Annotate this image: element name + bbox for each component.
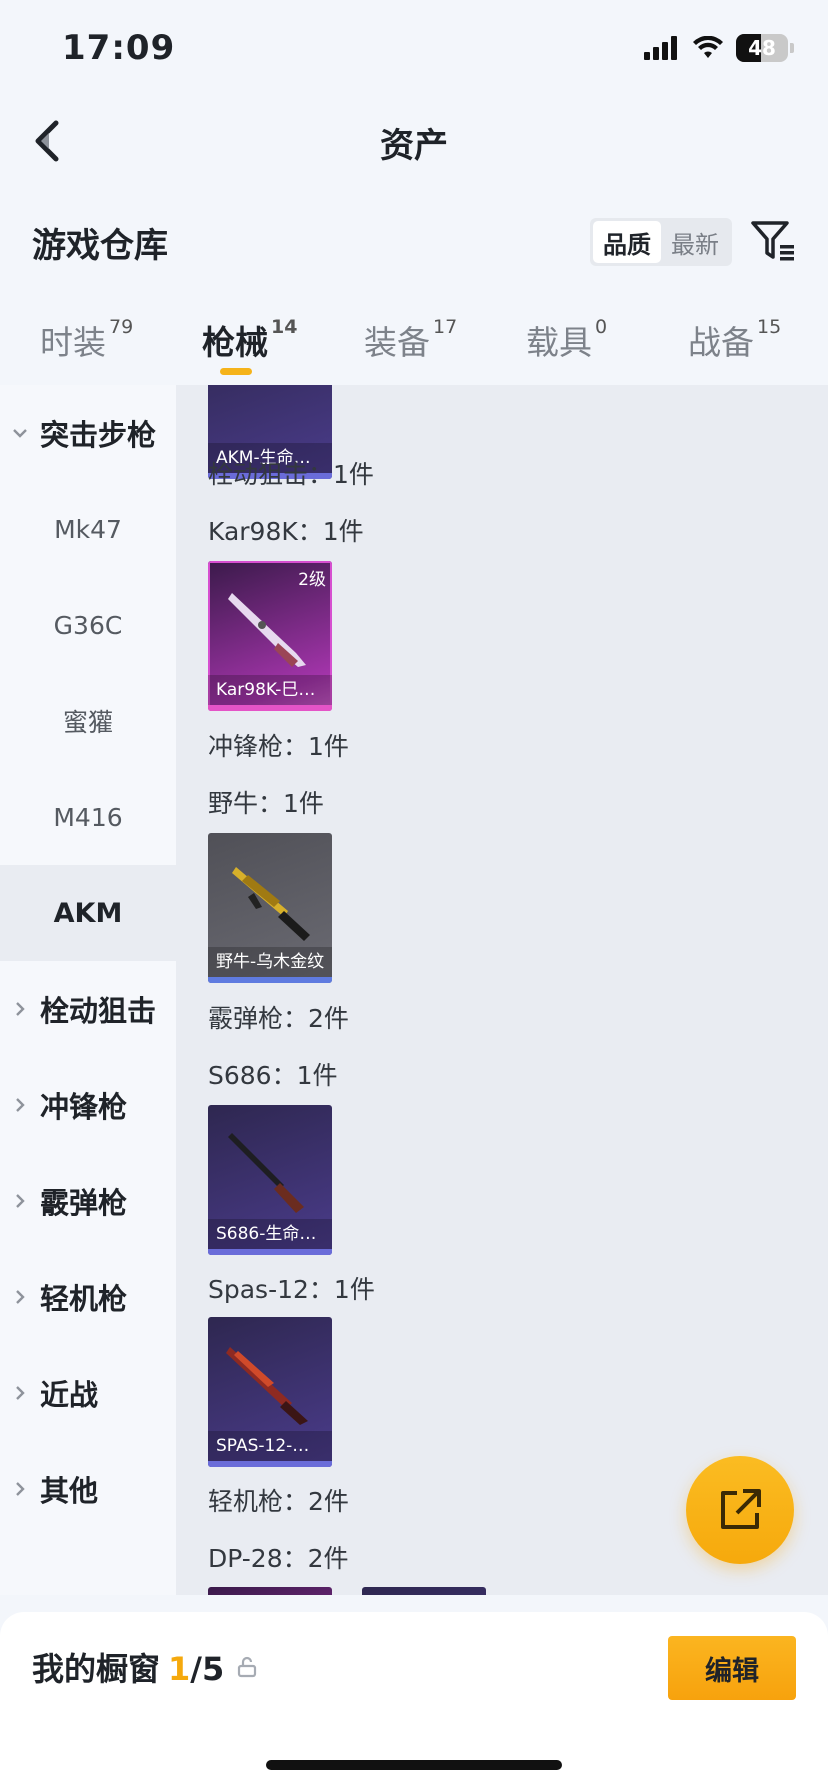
- showcase-title: 我的橱窗: [32, 1650, 161, 1688]
- filter-icon: [751, 221, 794, 261]
- item-card-s686[interactable]: S686-生命…: [208, 1105, 332, 1255]
- share-external-icon: [721, 1489, 761, 1529]
- sidebar-item-label: 近战: [40, 1378, 99, 1412]
- tab-count: 79: [109, 316, 134, 338]
- chevron-right-icon: [0, 1289, 40, 1305]
- sidebar-item-other[interactable]: 其他: [0, 1441, 176, 1537]
- warehouse-title: 游戏仓库: [32, 226, 168, 266]
- sort-newest-button[interactable]: 最新: [661, 221, 729, 263]
- chevron-right-icon: [0, 1481, 40, 1497]
- rifle-icon: [228, 593, 306, 667]
- tab-count: 15: [757, 316, 782, 338]
- category-tabs: 时装 79 枪械 14 装备 17 载具 0 战备 15: [0, 306, 828, 386]
- shotgun-icon: [226, 1347, 308, 1425]
- tab-vehicles[interactable]: 载具 0: [526, 316, 607, 364]
- tab-label: 时装: [40, 323, 106, 362]
- sidebar: 突击步枪 Mk47 G36C 蜜獾 M416 AKM 栓动狙击 冲锋枪 霰弹枪 …: [0, 385, 176, 1595]
- showcase-total: /5: [190, 1650, 225, 1688]
- page-title: 资产: [380, 126, 448, 166]
- sidebar-item-label: 冲锋枪: [40, 1090, 128, 1124]
- tab-count: 0: [595, 316, 608, 338]
- item-card-name: SPAS-12-…: [208, 1431, 332, 1461]
- item-list: AKM-生命… 栓动狙击：1件 Kar98K：1件 2级 Kar98K-巳… 冲…: [176, 385, 828, 1595]
- item-card-dp28[interactable]: [208, 1587, 332, 1595]
- share-button[interactable]: [686, 1456, 794, 1564]
- status-time: 17:09: [62, 28, 176, 68]
- sidebar-item-bolt-sniper[interactable]: 栓动狙击: [0, 961, 176, 1057]
- sidebar-item-label: 轻机枪: [40, 1282, 128, 1316]
- sort-quality-button[interactable]: 品质: [593, 221, 661, 263]
- sidebar-item-m416[interactable]: M416: [0, 769, 176, 865]
- showcase-current: 1: [168, 1650, 191, 1688]
- tab-label: 装备: [364, 323, 430, 362]
- showcase-label: 我的橱窗 1 /5: [32, 1644, 224, 1690]
- item-card-bizon[interactable]: 野牛-乌木金纹: [208, 833, 332, 983]
- shotgun-icon: [228, 1133, 304, 1213]
- sidebar-item-g36c[interactable]: G36C: [0, 577, 176, 673]
- sidebar-item-melee[interactable]: 近战: [0, 1345, 176, 1441]
- sidebar-item-label: 其他: [40, 1474, 99, 1508]
- group-label: 霰弹枪：2件: [208, 1004, 349, 1033]
- item-card-dp28[interactable]: [362, 1587, 486, 1595]
- group-label: 冲锋枪：1件: [208, 732, 349, 761]
- tab-label: 载具: [526, 323, 592, 362]
- warehouse-header: 游戏仓库 品质 最新: [0, 208, 828, 268]
- sidebar-item-mk47[interactable]: Mk47: [0, 481, 176, 577]
- tab-equipment[interactable]: 装备 17: [364, 316, 457, 364]
- active-tab-indicator: [220, 368, 252, 375]
- weapon-label: 野牛：1件: [208, 789, 324, 818]
- battery-level: 48: [748, 36, 776, 60]
- sidebar-item-label: 霰弹枪: [40, 1186, 128, 1220]
- tab-fashion[interactable]: 时装 79: [40, 316, 133, 364]
- group-label: 轻机枪：2件: [208, 1487, 349, 1516]
- edit-button[interactable]: 编辑: [668, 1636, 796, 1700]
- group-label: 栓动狙击：1件: [208, 460, 374, 489]
- sidebar-item-smg[interactable]: 冲锋枪: [0, 1057, 176, 1153]
- weapon-label: Kar98K：1件: [208, 517, 364, 546]
- status-icons: 48: [644, 34, 794, 62]
- chevron-right-icon: [0, 1001, 40, 1017]
- tab-firearms[interactable]: 枪械 14: [202, 316, 297, 364]
- item-card-name: S686-生命…: [208, 1219, 332, 1249]
- sidebar-item-label: 突击步枪: [40, 418, 157, 452]
- sidebar-item-lmg[interactable]: 轻机枪: [0, 1249, 176, 1345]
- sidebar-item-honey-badger[interactable]: 蜜獾: [0, 673, 176, 769]
- tab-count: 14: [271, 316, 298, 338]
- status-bar: 17:09 48: [0, 0, 828, 100]
- sort-toggle: 品质 最新: [590, 218, 732, 266]
- weapon-label: Spas-12：1件: [208, 1275, 375, 1304]
- tab-label: 战备: [688, 323, 754, 362]
- tab-label: 枪械: [202, 323, 268, 362]
- sidebar-item-akm[interactable]: AKM: [0, 865, 176, 961]
- chevron-right-icon: [0, 1193, 40, 1209]
- tab-supplies[interactable]: 战备 15: [688, 316, 781, 364]
- filter-button[interactable]: [748, 216, 798, 266]
- chevron-right-icon: [0, 1385, 40, 1401]
- signal-icon: [644, 36, 677, 60]
- sidebar-item-label: 栓动狙击: [40, 994, 157, 1028]
- lock-icon: [237, 1656, 257, 1678]
- chevron-right-icon: [0, 1097, 40, 1113]
- item-card-kar98k[interactable]: 2级 Kar98K-巳…: [208, 561, 332, 711]
- wifi-icon: [693, 36, 723, 58]
- item-card-spas12[interactable]: SPAS-12-…: [208, 1317, 332, 1467]
- item-card-name: Kar98K-巳…: [208, 675, 332, 705]
- smg-icon: [232, 867, 310, 941]
- weapon-label: DP-28：2件: [208, 1544, 349, 1573]
- nav-bar: 资产: [0, 100, 828, 182]
- sidebar-item-assault-rifles[interactable]: 突击步枪: [0, 385, 176, 481]
- weapon-label: S686：1件: [208, 1061, 338, 1090]
- item-card-name: 野牛-乌木金纹: [208, 947, 332, 977]
- home-indicator[interactable]: [266, 1760, 562, 1770]
- battery-icon: 48: [736, 34, 788, 62]
- tab-count: 17: [433, 316, 458, 338]
- chevron-down-icon: [0, 427, 40, 439]
- sidebar-item-shotgun[interactable]: 霰弹枪: [0, 1153, 176, 1249]
